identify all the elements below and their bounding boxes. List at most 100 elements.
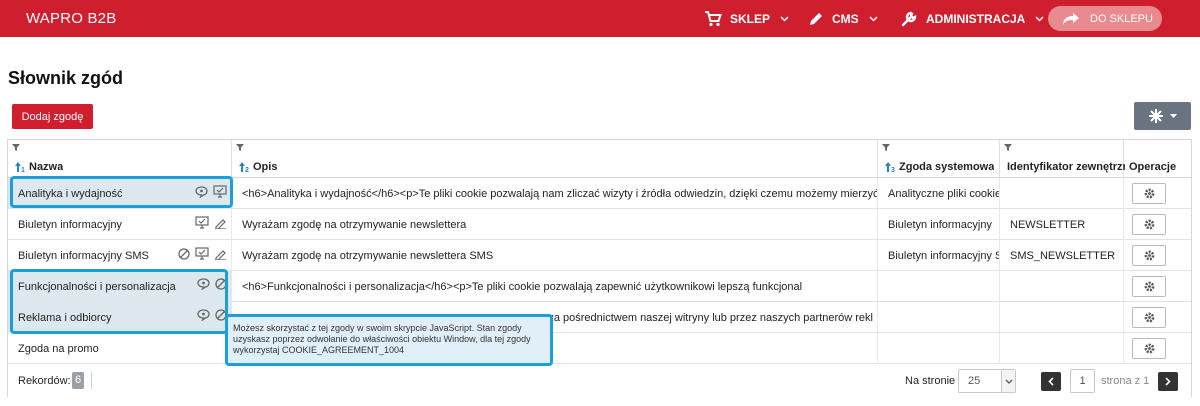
row-settings-button[interactable]: [1132, 214, 1166, 235]
page-number-input[interactable]: 1: [1070, 369, 1095, 393]
column-header-system[interactable]: 3 Zgoda systemowa: [878, 140, 1000, 178]
chevron-down-icon: [1005, 379, 1013, 384]
column-operations-label: Operacje: [1129, 161, 1177, 173]
cell-operations: [1124, 209, 1191, 240]
row-settings-button[interactable]: [1132, 245, 1166, 266]
nav-cms[interactable]: CMS: [808, 0, 878, 37]
column-header-external-id[interactable]: Identyfikator zewnętrzny: [1000, 140, 1125, 178]
cell-system: [878, 271, 1000, 302]
cell-name: Biuletyn informacyjny: [8, 209, 232, 240]
records-label: Rekordów:: [18, 375, 71, 387]
gear-icon: [1144, 188, 1154, 199]
cell-external-id: [1000, 271, 1124, 302]
row-name: Reklama i odbiorcy: [18, 311, 112, 324]
row-settings-button[interactable]: [1132, 276, 1166, 297]
column-system-label: Zgoda systemowa: [899, 161, 995, 173]
per-page-label: Na stronie: [905, 375, 956, 387]
cell-name: Biuletyn informacyjny SMS: [8, 240, 232, 271]
next-page-button[interactable]: [1158, 372, 1178, 391]
row-settings-button[interactable]: [1132, 338, 1166, 359]
table-row[interactable]: Zgoda na promo: [8, 333, 1191, 364]
sort-icon[interactable]: 2: [239, 162, 251, 172]
caret-down-icon: [1170, 114, 1177, 118]
comment-eye-icon: [195, 185, 208, 198]
cell-system: Analityczne pliki cookies: [878, 178, 1000, 209]
per-page-select[interactable]: 25: [958, 369, 1016, 393]
pencil-icon: [810, 12, 822, 25]
cell-system: [878, 302, 1000, 333]
go-to-shop-button[interactable]: DO SKLEPU: [1048, 6, 1162, 31]
gear-icon: [1144, 219, 1154, 230]
cell-operations: [1124, 333, 1191, 364]
gear-icon: [1144, 343, 1154, 354]
row-name: Biuletyn informacyjny: [18, 218, 122, 231]
top-bar: WAPRO B2B SKLEP CMS ADMINISTRACJA DO SKL…: [0, 0, 1200, 37]
consents-table: 1 Nazwa 2 Opis 3 Zgoda systemowa Identyfika…: [7, 139, 1192, 397]
column-header-description[interactable]: 2 Opis: [232, 140, 878, 178]
monitor-check-icon: [195, 216, 209, 229]
column-description-label: Opis: [253, 161, 278, 173]
wrench-icon: [901, 11, 917, 27]
sort-icon[interactable]: 3: [885, 162, 897, 172]
column-header-operations: Operacje: [1124, 140, 1191, 178]
footer-divider: [91, 372, 92, 389]
page-title: Słownik zgód: [8, 68, 123, 88]
chevron-left-icon: [1048, 377, 1054, 386]
sort-icon[interactable]: 1: [15, 162, 27, 172]
gear-icon: [1144, 250, 1154, 261]
cell-name: Funkcjonalności i personalizacja: [8, 271, 232, 302]
blocked-icon: [215, 278, 227, 290]
table-footer: Rekordów: 6 Na stronie 25 1 strona z 1: [8, 366, 1191, 397]
cell-external-id: [1000, 302, 1124, 333]
nav-administration[interactable]: ADMINISTRACJA: [901, 0, 1044, 37]
row-settings-button[interactable]: [1132, 183, 1166, 204]
table-row[interactable]: Funkcjonalności i personalizacja <h6>Fun…: [8, 271, 1191, 302]
chevron-down-icon: [869, 15, 878, 22]
gear-icon: [1144, 281, 1154, 292]
svg-text:3: 3: [891, 167, 895, 172]
filter-icon[interactable]: [12, 144, 20, 151]
page-of-label: strona z 1: [1101, 375, 1150, 387]
cell-external-id: [1000, 178, 1124, 209]
add-consent-button[interactable]: Dodaj zgodę: [12, 104, 93, 129]
cell-description: <h6>Funkcjonalności i personalizacja</h6…: [232, 271, 878, 302]
chevron-down-icon: [1035, 15, 1044, 22]
per-page-value: 25: [968, 375, 981, 387]
filter-icon[interactable]: [1004, 144, 1012, 151]
prev-page-button[interactable]: [1041, 372, 1061, 391]
cell-external-id: [1000, 333, 1124, 364]
brand-logo[interactable]: WAPRO B2B: [26, 10, 116, 27]
gear-icon: [1144, 312, 1154, 323]
svg-text:1: 1: [21, 167, 25, 172]
nav-cms-label: CMS: [832, 11, 859, 26]
nav-shop[interactable]: SKLEP: [704, 0, 789, 37]
signature-icon: [215, 250, 226, 260]
cell-external-id: SMS_NEWSLETTER: [1000, 240, 1124, 271]
records-count-badge: 6: [72, 372, 84, 389]
chevron-right-icon: [1165, 377, 1171, 386]
svg-text:2: 2: [245, 167, 249, 172]
comment-eye-icon: [197, 309, 210, 321]
filter-icon[interactable]: [882, 144, 890, 151]
cell-name: Analityka i wydajność: [8, 178, 232, 209]
go-to-shop-label: DO SKLEPU: [1090, 12, 1153, 25]
cell-description: Wyrażam zgodę na otrzymywanie newsletter…: [232, 209, 878, 240]
table-row[interactable]: Reklama i odbiorcy ze za pośrednictwem n…: [8, 302, 1191, 333]
nav-administration-label: ADMINISTRACJA: [926, 11, 1026, 26]
share-arrow-icon: [1063, 12, 1079, 25]
row-settings-button[interactable]: [1132, 307, 1166, 328]
per-page-dropdown-toggle[interactable]: [1001, 370, 1015, 392]
tools-menu-button[interactable]: [1134, 102, 1191, 130]
tools-icon: [1149, 109, 1163, 123]
table-row[interactable]: Biuletyn informacyjny SMS Wyrażam zgodę …: [8, 240, 1191, 271]
filter-icon[interactable]: [236, 144, 244, 151]
column-header-name[interactable]: 1 Nazwa: [8, 140, 232, 178]
cell-operations: [1124, 178, 1191, 209]
cell-system: [878, 333, 1000, 364]
table-row[interactable]: Biuletyn informacyjny Wyrażam zgodę na o…: [8, 209, 1191, 240]
monitor-check-icon: [195, 247, 209, 260]
cart-icon: [705, 10, 722, 26]
cell-system: Biuletyn informacyjny SM: [878, 240, 1000, 271]
table-row[interactable]: Analityka i wydajność <h6>Analityka i wy…: [8, 178, 1191, 209]
cell-operations: [1124, 271, 1191, 302]
